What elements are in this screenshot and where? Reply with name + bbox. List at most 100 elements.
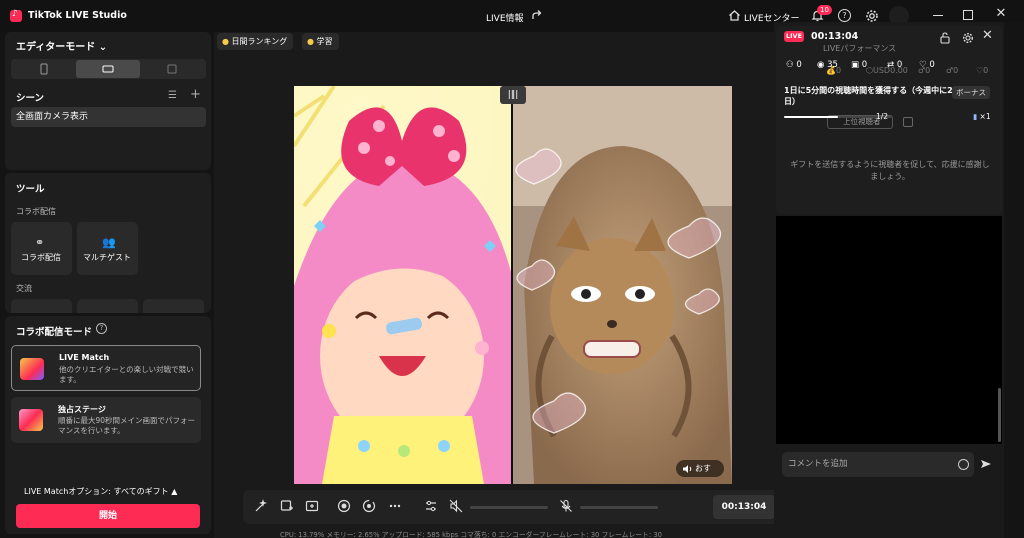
- multi-guest-icon: 👥: [102, 236, 116, 249]
- daily-ranking-chip[interactable]: ● 日間ランキング: [217, 33, 294, 50]
- bonus-chip[interactable]: ボーナス: [952, 86, 990, 99]
- live-preview[interactable]: [294, 86, 732, 484]
- mode-name: LIVE Match: [59, 353, 110, 362]
- comment-input[interactable]: コメントを追加: [782, 452, 974, 477]
- learning-chip[interactable]: ● 学習: [302, 33, 339, 50]
- share-icon[interactable]: [531, 9, 543, 21]
- send-icon[interactable]: [980, 458, 992, 470]
- learning-label: 学習: [316, 37, 333, 46]
- scene-item[interactable]: 全画面カメラ表示: [11, 107, 206, 127]
- volume-label: おす: [695, 464, 711, 473]
- scene-title: シーン: [16, 93, 45, 104]
- maximize-icon[interactable]: [963, 10, 973, 20]
- landscape-icon: [102, 65, 114, 73]
- gear-icon[interactable]: [865, 9, 879, 23]
- gift-hint: ギフトを送信するように視聴者を促して、応援に感謝しましょう。: [790, 160, 990, 181]
- mode-description: 順番に最大90秒間メイン画面でパフォーマンスを行います。: [58, 416, 196, 435]
- live-match-option-dropdown[interactable]: LIVE Matchオプション: すべてのギフト ▲: [24, 486, 177, 497]
- magic-wand-icon[interactable]: [254, 499, 268, 513]
- item-count: ▮ ×1: [973, 112, 991, 121]
- live-badge: LIVE: [784, 31, 804, 42]
- viewer-metric: ◉ 35: [817, 60, 838, 70]
- goal-text: 1日に5分間の視聴時間を獲得する（今週中に2日）: [784, 86, 953, 106]
- app-title: TikTok LIVE Studio: [28, 10, 127, 21]
- collab-tool-label: コラボ配信: [21, 253, 61, 262]
- collab-section-label: コラボ配信: [16, 207, 56, 216]
- portrait-button[interactable]: [12, 60, 76, 78]
- share-metric: ⇄ 0: [887, 60, 903, 70]
- tools-title: ツール: [16, 184, 45, 195]
- ghost-metric: ♡0: [976, 66, 989, 75]
- book-icon: ▮: [973, 112, 978, 121]
- editor-mode-dropdown[interactable]: エディターモード ⌄: [16, 38, 107, 53]
- add-source-icon[interactable]: [280, 499, 294, 513]
- bulb-icon: ●: [307, 37, 317, 46]
- orientation-switch: [11, 59, 206, 79]
- speaker-icon: [683, 465, 692, 473]
- exclusive-stage-card[interactable]: 独占ステージ 順番に最大90秒間メイン画面でパフォーマンスを行います。: [11, 397, 201, 443]
- top-viewers-label: 上位視聴者: [843, 117, 881, 126]
- layout-icon[interactable]: [305, 499, 319, 513]
- window-edge: [1004, 22, 1024, 538]
- landscape-button[interactable]: [76, 60, 140, 78]
- users-icon: ⚇: [786, 60, 797, 70]
- home-icon[interactable]: [728, 9, 741, 22]
- add-icon[interactable]: +: [190, 87, 201, 102]
- mode-name: 独占ステージ: [58, 405, 106, 414]
- ghost-metric: ♂0: [946, 66, 959, 75]
- trophy-icon: ●: [222, 37, 232, 46]
- audio-settings-icon[interactable]: [424, 499, 438, 513]
- tiktok-logo-icon: [10, 9, 22, 22]
- share-icon: ⇄: [887, 60, 897, 70]
- start-button[interactable]: 開始: [16, 504, 200, 528]
- link-icon: ⚭: [35, 236, 45, 249]
- exchange-section-label: 交流: [16, 284, 32, 293]
- replay-icon[interactable]: [362, 499, 376, 513]
- notification-badge: 10: [817, 5, 832, 15]
- exchange-card[interactable]: [77, 299, 138, 313]
- speaker-muted-icon[interactable]: [449, 499, 463, 513]
- screen-icon[interactable]: [903, 117, 913, 127]
- live-duration: 00:13:04: [811, 31, 859, 42]
- performance-label: LIVEパフォーマンス: [823, 44, 897, 53]
- mic-muted-icon[interactable]: [559, 499, 573, 513]
- live-timer: 00:13:04: [713, 495, 775, 519]
- eye-icon: ◉: [817, 60, 828, 70]
- speaker-volume-slider[interactable]: [470, 506, 548, 509]
- exchange-card[interactable]: [143, 299, 204, 313]
- emoji-icon[interactable]: [958, 459, 969, 470]
- like-metric: ♡ 0: [919, 60, 935, 70]
- lock-icon[interactable]: [940, 32, 950, 44]
- close-icon[interactable]: ✕: [982, 28, 993, 43]
- list-icon[interactable]: ☰: [168, 90, 177, 101]
- phone-portrait-icon: [40, 63, 48, 75]
- chat-scrollbar[interactable]: [998, 388, 1001, 442]
- camera-preview-image: [294, 86, 732, 484]
- minimize-icon[interactable]: [933, 15, 943, 17]
- chat-area: [776, 216, 1002, 444]
- dual-button[interactable]: [140, 60, 204, 78]
- mode-description: 他のクリエイターとの楽しい対戦で競います。: [59, 365, 194, 384]
- record-icon[interactable]: [337, 499, 351, 513]
- follower-metric: ⚇ 0: [786, 60, 802, 70]
- performance-stats: CPU: 13.79% メモリー: 2.65% アップロード: 585 kbps…: [280, 531, 662, 538]
- help-icon[interactable]: ?: [96, 323, 107, 334]
- split-handle-icon[interactable]: |‖|: [500, 86, 526, 104]
- exclusive-stage-thumbnail: [19, 409, 43, 431]
- goal-progress-text: 1/2: [876, 112, 889, 121]
- gift-icon: ▣: [851, 60, 862, 70]
- mic-volume-slider[interactable]: [580, 506, 658, 509]
- daily-ranking-label: 日間ランキング: [231, 37, 288, 46]
- live-match-card[interactable]: LIVE Match 他のクリエイターとの楽しい対戦で競います。: [11, 345, 201, 391]
- live-match-thumbnail: [20, 358, 44, 380]
- multi-guest-tool-label: マルチゲスト: [83, 253, 131, 262]
- help-icon[interactable]: ?: [838, 9, 851, 22]
- live-info-title[interactable]: LIVE情報: [486, 11, 524, 24]
- collab-mode-title: コラボ配信モード: [16, 327, 93, 338]
- gear-icon[interactable]: [962, 32, 974, 44]
- dual-screen-icon: [167, 64, 177, 74]
- close-icon[interactable]: ✕: [993, 6, 1009, 22]
- gift-metric: ▣ 0: [851, 60, 868, 70]
- exchange-card[interactable]: [11, 299, 72, 313]
- more-icon[interactable]: [388, 499, 402, 513]
